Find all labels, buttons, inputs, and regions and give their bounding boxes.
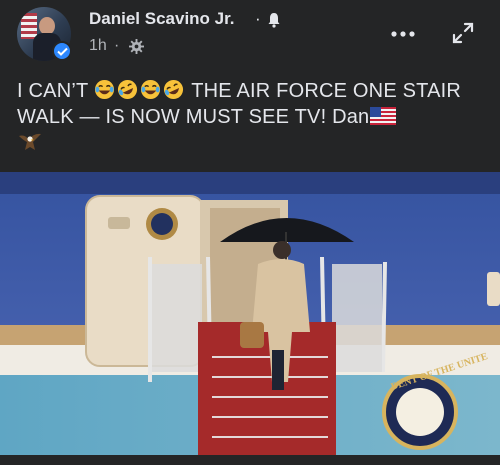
author-name[interactable]: Daniel Scavino Jr. — [89, 9, 235, 29]
emoji-row — [94, 79, 191, 102]
post-time[interactable]: 1h — [89, 37, 107, 55]
eagle-icon — [19, 133, 41, 150]
us-flag-icon — [370, 107, 397, 125]
video-frame-scene: DENT OF THE UNITE — [0, 172, 500, 455]
header-separator: · — [255, 9, 261, 28]
post-header: Daniel Scavino Jr. · 1h · — [0, 0, 500, 66]
bell-icon[interactable] — [266, 12, 282, 28]
post-caption: I CAN’T THE AIR FORCE ONE STAIR WALK — I… — [17, 78, 493, 156]
meta-separator: · — [114, 37, 120, 54]
gear-icon — [129, 39, 144, 54]
laughing-crying-face-icon — [94, 79, 114, 100]
video-player[interactable]: DENT OF THE UNITE — [0, 172, 500, 455]
rolling-laughing-face-icon — [117, 79, 137, 100]
more-options-icon[interactable] — [389, 24, 417, 44]
expand-icon[interactable] — [451, 21, 475, 45]
rolling-laughing-face-icon — [163, 79, 183, 100]
caption-start: I CAN’T — [17, 80, 89, 102]
verified-badge-icon — [52, 41, 72, 61]
laughing-crying-face-icon — [140, 79, 160, 100]
flag-in-avatar — [21, 13, 37, 39]
